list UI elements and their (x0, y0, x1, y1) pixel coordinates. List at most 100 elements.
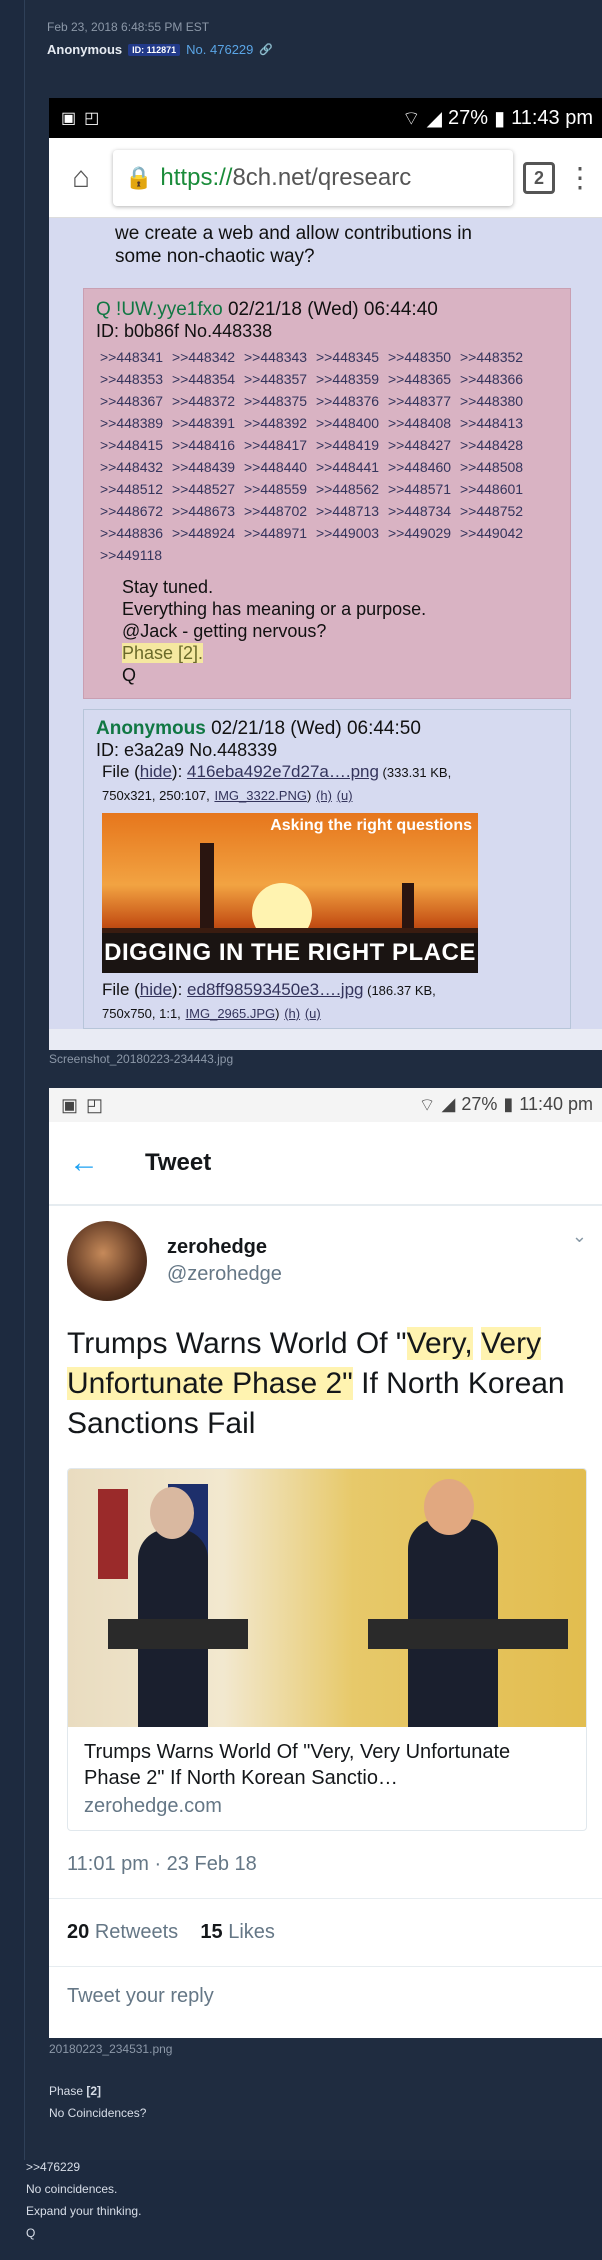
post-number-link[interactable]: No. 476229 (186, 42, 253, 57)
image-top-text: Asking the right questions (270, 817, 472, 834)
browser-url-bar: ⌂ 🔒 https://8ch.net/qresearc 2 ⋮ (49, 138, 602, 218)
q-body-line: Everything has meaning or a purpose. (122, 599, 427, 619)
file-orig-link: IMG_3322.PNG (214, 788, 307, 803)
reply-link: >>448352 (460, 349, 524, 365)
battery-icon: ▮ (494, 107, 506, 130)
reply-link: >>448353 (100, 371, 164, 387)
screenshot-image-1[interactable]: ▣ ◰ ⌔ ◢ 27% ▮ 11:43 pm ⌂ 🔒 https://8ch.net/qr… (49, 98, 602, 1050)
prev-post-text: we create a web and allow contributions … (65, 218, 589, 288)
file-name-link: 416eba492e7d27a….png (187, 762, 379, 781)
signal-icon: ◢ (441, 1093, 456, 1114)
tweet-time: 11:01 pm · 23 Feb 18 (49, 1831, 602, 1899)
silhouette-figure (402, 883, 414, 933)
wifi-icon: ⌔ (418, 1094, 436, 1115)
file-meta: (186.37 KB, (363, 983, 436, 998)
u-link: (u) (336, 788, 353, 803)
reply-link: >>448345 (316, 349, 380, 365)
file-meta: (333.31 KB, (378, 765, 452, 780)
reply-link: >>448432 (100, 459, 164, 475)
tweet-user: zerohedge @zerohedge ⌄ (49, 1206, 602, 1316)
tweet-text-part: Trumps Warns World Of " (67, 1327, 407, 1360)
prev-post-line: some non-chaotic way? (115, 246, 315, 267)
phone-status-bar: ▣ ◰ ⌔ ◢ 27% ▮ 11:40 pm (49, 1088, 602, 1122)
reply-link: >>449029 (388, 525, 452, 541)
anon-post: Anonymous 02/21/18 (Wed) 06:44:50 ID: e3… (83, 709, 571, 1029)
reply-line: No coincidences. (26, 2182, 118, 2196)
reply-link: >>448460 (388, 459, 452, 475)
reply-line: Q (26, 2226, 36, 2240)
link-icon[interactable]: 🔗 (259, 43, 273, 56)
like-count: 15 (200, 1921, 223, 1943)
file-meta: 750x321, 250:107, (102, 788, 210, 803)
file-info-2: File (hide): ed8ff98593450e3….jpg (186.3… (102, 980, 436, 1021)
image-filename-1[interactable]: Screenshot_20180223-234443.jpg (49, 1052, 233, 1066)
tweet-text-highlight: Very, (406, 1327, 473, 1360)
user-name: zerohedge (167, 1236, 268, 1258)
anon-name: Anonymous (96, 718, 206, 739)
reply-link: >>448416 (172, 437, 236, 453)
file-info-1: File (hide): 416eba492e7d27a….png (333.3… (102, 762, 452, 803)
battery-level: 27% (461, 1093, 498, 1114)
phone-status-bar: ▣ ◰ ⌔ ◢ 27% ▮ 11:43 pm (49, 98, 602, 138)
reply-link: >>448341 (100, 349, 164, 365)
post-namebar: Anonymous ID: 112871 No. 476229 🔗 (47, 42, 273, 57)
tweet-text: Trumps Warns World Of "Very, Very Unfort… (49, 1316, 602, 1452)
reply-link: >>448375 (244, 393, 308, 409)
tab-count: 2 (523, 161, 555, 194)
q-post-id: ID: b0b86f No.448338 (96, 321, 273, 341)
comment-line: Phase (49, 2084, 87, 2098)
file-label: File ( (102, 980, 140, 999)
comment-bold: [2] (86, 2084, 102, 2098)
back-arrow-icon: ← (69, 1146, 99, 1179)
reply-link: >>448562 (316, 481, 380, 497)
reply-link: >>448391 (172, 415, 236, 431)
reply-link: >>448389 (100, 415, 164, 431)
reply-quote-link[interactable]: >>476229 (26, 2156, 141, 2178)
screenshot-image-2[interactable]: ▣ ◰ ⌔ ◢ 27% ▮ 11:40 pm ← Tweet zerohedge @zer… (49, 1088, 602, 2038)
image-filename-2[interactable]: 20180223_234531.png (49, 2042, 172, 2056)
thread-content: we create a web and allow contributions … (49, 218, 602, 1029)
poster-id-badge[interactable]: ID: 112871 (128, 43, 181, 56)
anon-post-date: 02/21/18 (Wed) 06:44:50 (211, 718, 421, 739)
reply-link: >>448342 (172, 349, 236, 365)
post-comment: Phase [2] No Coincidences? (49, 2080, 146, 2124)
hide-link: hide (139, 762, 172, 781)
q-post-date: 02/21/18 (Wed) 06:44:40 (227, 299, 438, 320)
image-caption: DIGGING IN THE RIGHT PLACE (102, 933, 478, 973)
reply-link: >>449118 (100, 547, 163, 563)
reply-link: >>448713 (316, 503, 380, 519)
reply-link: >>448673 (172, 503, 236, 519)
post-date: Feb 23, 2018 6:48:55 PM EST (47, 20, 210, 34)
reply-link: >>448376 (316, 393, 380, 409)
avatar (67, 1221, 147, 1301)
q-phase-highlight: Phase [2]. (122, 643, 204, 663)
gallery-icon: ▣ (61, 110, 77, 127)
q-post-body: Stay tuned. Everything has meaning or a … (96, 576, 558, 686)
h-link: (h) (284, 1006, 301, 1021)
reply-link: >>448408 (388, 415, 452, 431)
file-label: File ( (102, 762, 140, 781)
reply-link: >>448417 (244, 437, 308, 453)
q-post: Q !UW.yye1fxo 02/21/18 (Wed) 06:44:40 ID… (83, 288, 571, 699)
reply-link: >>449042 (460, 525, 524, 541)
reply-link: >>448359 (316, 371, 380, 387)
q-body-line: Stay tuned. (122, 577, 214, 597)
reply-link: >>448366 (460, 371, 524, 387)
reply-link: >>448734 (388, 503, 452, 519)
signal-icon: ◢ (426, 107, 443, 130)
url-host: 8ch.net/qresearc (232, 163, 412, 191)
home-icon: ⌂ (71, 160, 91, 194)
h-link: (h) (316, 788, 332, 803)
card-url: zerohedge.com (84, 1795, 222, 1817)
reply-link: >>448392 (244, 415, 308, 431)
reply-link: >>448571 (388, 481, 452, 497)
reply-link: >>448419 (316, 437, 380, 453)
battery-icon: ▮ (503, 1093, 514, 1114)
reply-link: >>448512 (100, 481, 164, 497)
reply-link: >>448702 (244, 503, 308, 519)
anon-post-id: ID: e3a2a9 No.448339 (96, 740, 278, 760)
reply-link: >>448440 (244, 459, 308, 475)
reply-link: >>448427 (388, 437, 452, 453)
q-signature: Q (122, 665, 137, 685)
phone-icon: ◰ (86, 1094, 104, 1115)
